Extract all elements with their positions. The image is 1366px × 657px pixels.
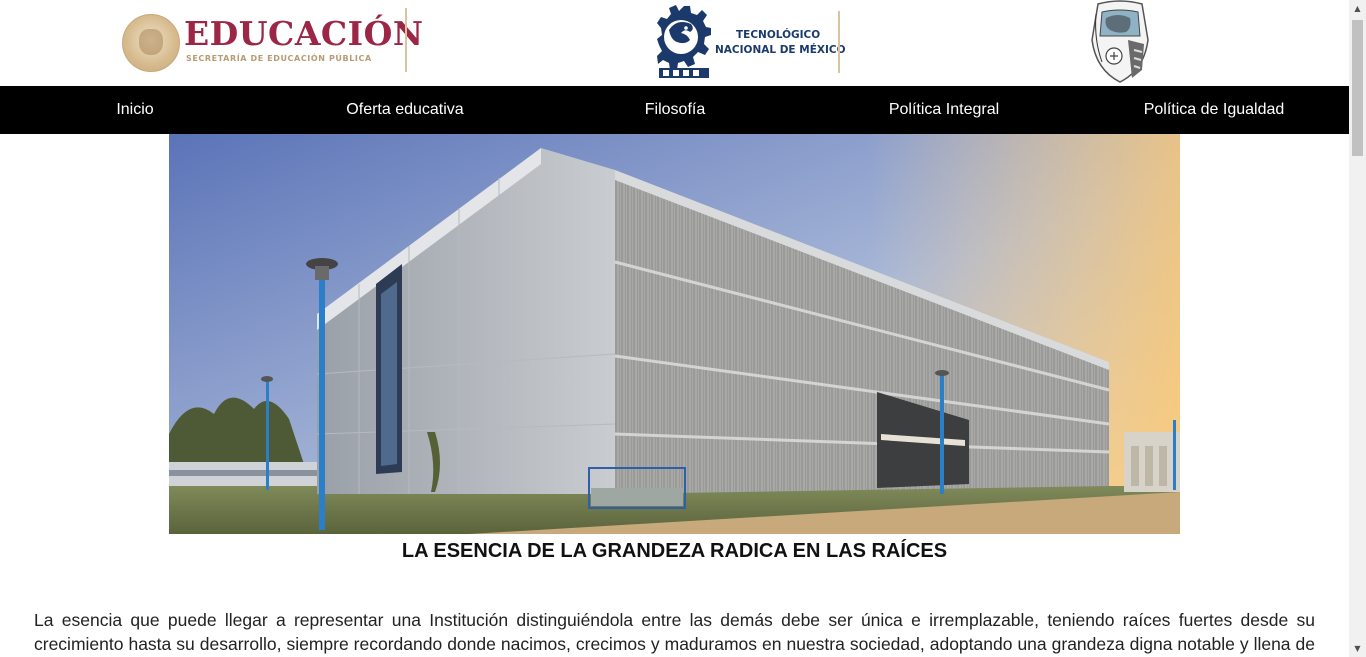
page-headline: LA ESENCIA DE LA GRANDEZA RADICA EN LAS … <box>401 540 948 562</box>
nav-item-filosofia[interactable]: Filosofía <box>645 86 705 134</box>
tnm-logo-text: TECNOLÓGICO NACIONAL DE MÉXICO <box>715 28 846 58</box>
institute-emblem-icon[interactable] <box>1088 0 1152 84</box>
scrollbar-thumb[interactable] <box>1352 20 1363 156</box>
scroll-up-icon[interactable]: ▲ <box>1349 0 1366 17</box>
tnm-gear-eagle-icon <box>657 5 711 78</box>
nav-item-oferta-educativa[interactable]: Oferta educativa <box>346 86 463 134</box>
hero-building-image <box>169 134 1180 534</box>
nav-item-politica-de-igualdad[interactable]: Política de Igualdad <box>1144 86 1285 134</box>
logo-divider <box>405 8 407 72</box>
vertical-scrollbar[interactable]: ▲ ▼ <box>1349 0 1366 657</box>
nav-item-politica-integral[interactable]: Política Integral <box>889 86 999 134</box>
sep-logo-title: EDUCACIÓN <box>184 14 424 53</box>
intro-paragraph: La esencia que puede llegar a representa… <box>34 609 1315 654</box>
nav-item-inicio[interactable]: Inicio <box>116 86 153 134</box>
sep-logo-subtitle: SECRETARÍA DE EDUCACIÓN PÚBLICA <box>186 54 372 63</box>
main-nav: Inicio Oferta educativa Filosofía Políti… <box>0 86 1349 134</box>
page: EDUCACIÓN SECRETARÍA DE EDUCACIÓN PÚBLIC… <box>0 0 1349 657</box>
site-header: EDUCACIÓN SECRETARÍA DE EDUCACIÓN PÚBLIC… <box>0 0 1349 86</box>
scroll-down-icon[interactable]: ▼ <box>1349 640 1366 657</box>
logo-divider <box>838 11 840 73</box>
tnm-logo-line2: NACIONAL DE MÉXICO <box>715 44 846 56</box>
sep-logo[interactable]: EDUCACIÓN SECRETARÍA DE EDUCACIÓN PÚBLIC… <box>120 8 423 74</box>
sep-seal-icon <box>122 14 180 72</box>
tnm-logo[interactable]: TECNOLÓGICO NACIONAL DE MÉXICO <box>657 4 847 80</box>
tnm-logo-line1: TECNOLÓGICO <box>736 29 821 41</box>
